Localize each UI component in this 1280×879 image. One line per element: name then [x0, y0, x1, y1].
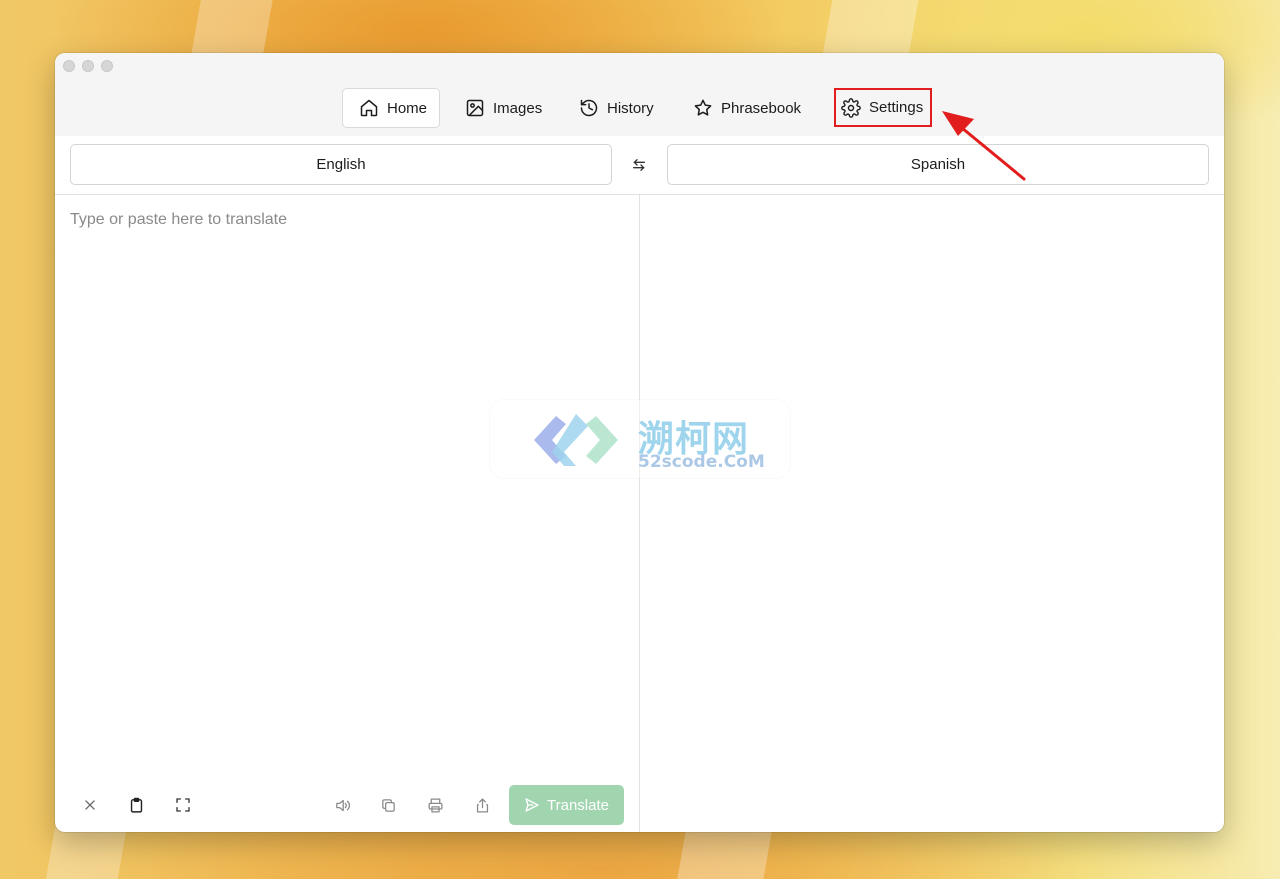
annotation-arrow-icon	[942, 111, 1026, 181]
